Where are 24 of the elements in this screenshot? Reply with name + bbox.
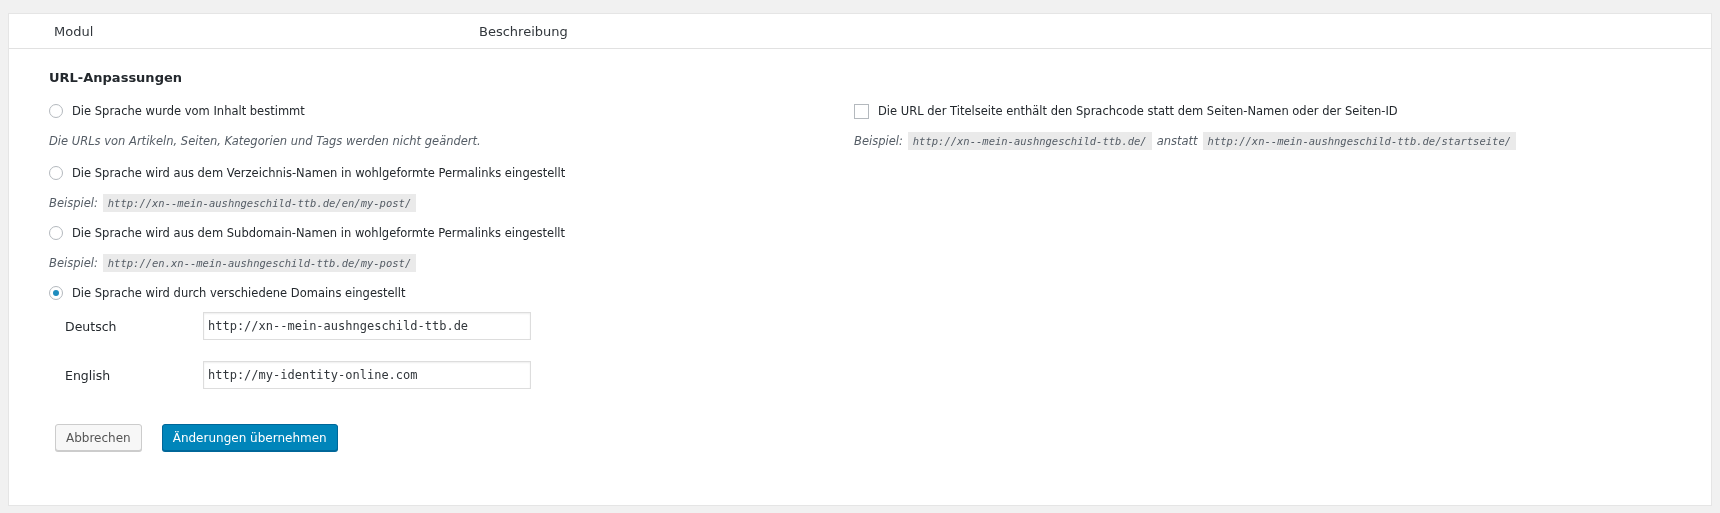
- option-label[interactable]: Die Sprache wird durch verschiedene Domains eingestellt: [72, 286, 406, 300]
- example-connector: anstatt: [1156, 134, 1198, 148]
- example-url: http://xn--mein-aushngeschild-ttb.de/: [907, 132, 1152, 150]
- column-header: Modul: [54, 23, 95, 39]
- option-description: Die URLs von Artikeln, Seiten, Kategorien und Tags werden nicht geändert.: [49, 133, 482, 150]
- example-label: Beispiel:: [854, 134, 903, 148]
- checkbox-label[interactable]: Die URL der Titelseite enthält den Sprachcode statt dem Seiten-Namen oder der Seiten-ID: [878, 104, 1398, 118]
- example-label: Beispiel:: [49, 196, 98, 210]
- example-url: http://xn--mein-aushngeschild-ttb.de/startseite/: [1202, 132, 1517, 150]
- field-label: English: [65, 367, 112, 383]
- column-header: Beschreibung: [479, 23, 568, 39]
- example-url: http://en.xn--mein-aushngeschild-ttb.de/my-post/: [102, 254, 417, 272]
- cancel-button[interactable]: Abbrechen: [55, 424, 142, 451]
- field-label: Deutsch: [65, 318, 118, 334]
- section-title: URL-Anpassungen: [49, 70, 183, 87]
- option-label[interactable]: Die Sprache wurde vom Inhalt bestimmt: [72, 104, 305, 118]
- example-label: Beispiel:: [49, 256, 98, 270]
- save-button[interactable]: Änderungen übernehmen: [161, 424, 338, 451]
- option-label[interactable]: Die Sprache wird aus dem Verzeichnis-Namen in wohlgeformte Permalinks eingestellt: [72, 166, 566, 180]
- example-url: http://xn--mein-aushngeschild-ttb.de/en/my-post/: [102, 194, 417, 212]
- option-label[interactable]: Die Sprache wird aus dem Subdomain-Namen in wohlgeformte Permalinks eingestellt: [72, 226, 566, 240]
- domain-field[interactable]: http://my-identity-online.com: [203, 361, 531, 389]
- domain-field[interactable]: http://xn--mein-aushngeschild-ttb.de: [203, 312, 531, 340]
- checkbox[interactable]: [854, 103, 869, 119]
